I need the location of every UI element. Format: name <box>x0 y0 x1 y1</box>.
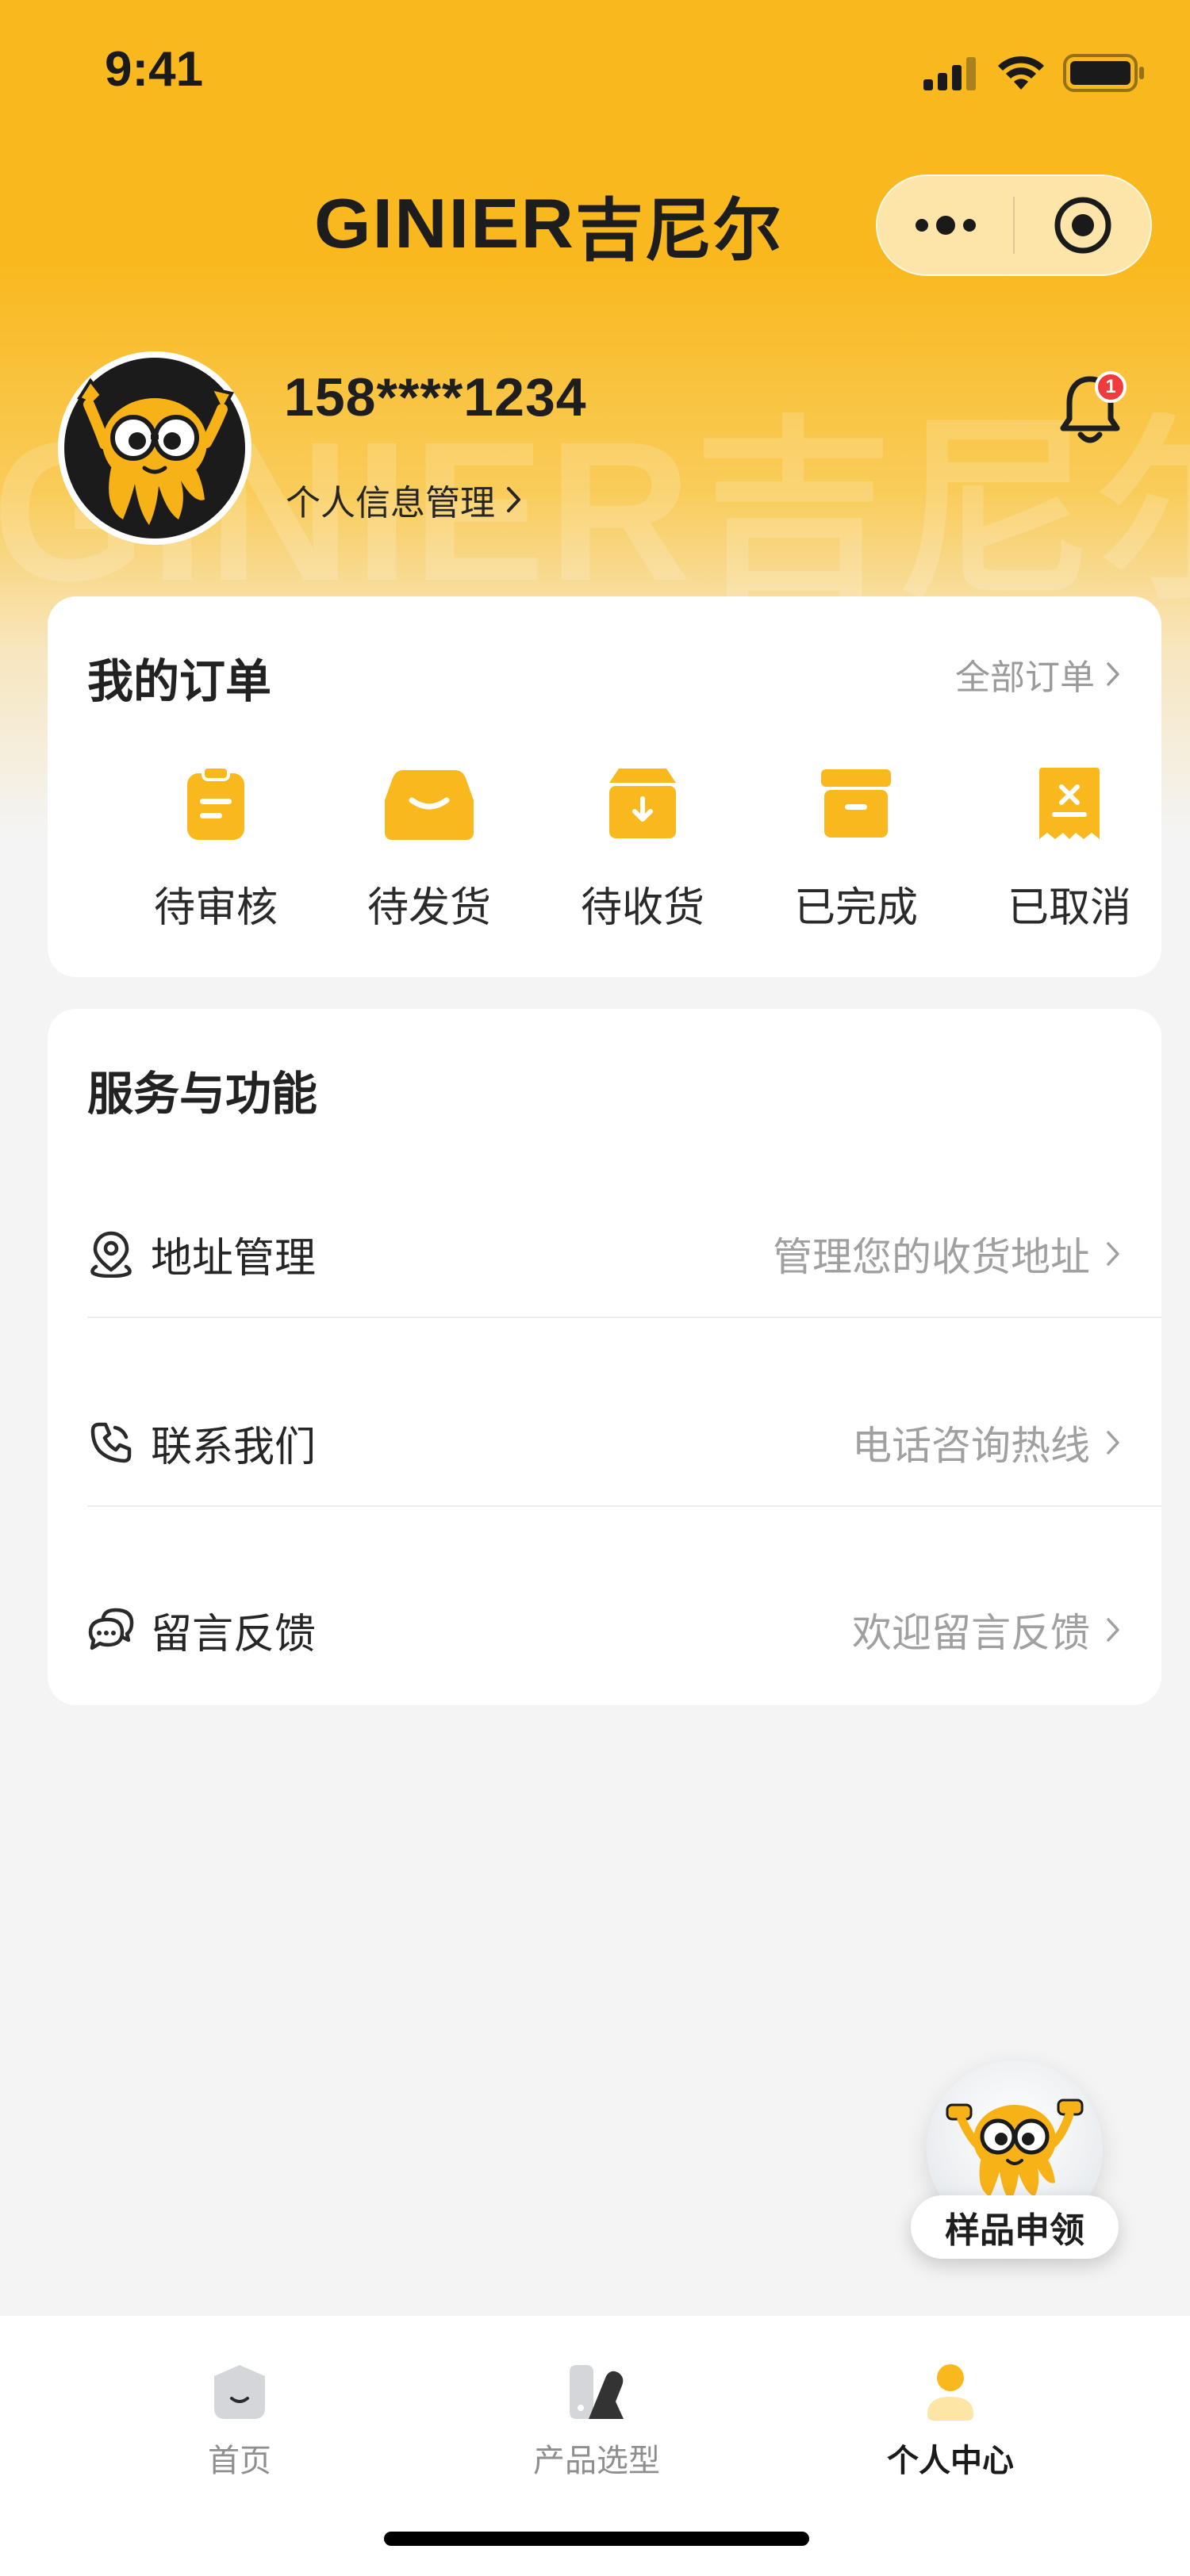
receive-box-icon <box>609 769 676 838</box>
status-time: 9:41 <box>105 42 204 97</box>
user-icon <box>927 2364 973 2421</box>
order-status-completed[interactable]: 已完成 <box>761 760 951 933</box>
service-row-contact[interactable]: 联系我们 电话咨询热线 <box>87 1348 1161 1537</box>
product-selection-icon <box>570 2365 624 2419</box>
orders-card: 我的订单 全部订单 待审核 待发货 待收货 已完成 已取消 <box>48 596 1161 977</box>
order-status-pending-shipment[interactable]: 待发货 <box>334 760 524 933</box>
personal-info-label: 个人信息管理 <box>286 483 495 523</box>
battery-icon <box>1063 54 1144 92</box>
service-row-feedback[interactable]: 留言反馈 欢迎留言反馈 <box>87 1535 1161 1724</box>
user-phone: 158****1234 <box>284 367 587 427</box>
notification-badge: 1 <box>1095 371 1127 403</box>
clipboard-icon <box>187 765 244 840</box>
order-status-label: 已取消 <box>1007 884 1131 932</box>
service-hint: 电话咨询热线 <box>852 1414 1120 1471</box>
location-pin-icon <box>90 1231 132 1278</box>
cancel-receipt-icon <box>1039 768 1100 839</box>
order-status-label: 待收货 <box>580 884 704 932</box>
brand-name-en: GINIER <box>314 184 575 263</box>
orders-title: 我的订单 <box>87 654 272 708</box>
tab-label: 产品选型 <box>533 2443 660 2479</box>
shipment-box-icon <box>385 770 474 840</box>
personal-info-link[interactable]: 个人信息管理 <box>286 474 522 525</box>
tab-home[interactable]: 首页 <box>121 2360 359 2481</box>
brand-logo: GINIER 吉尼尔 <box>314 184 782 270</box>
chevron-right-icon <box>1107 1618 1119 1642</box>
service-label: 留言反馈 <box>151 1610 317 1658</box>
more-dots-icon <box>915 216 976 235</box>
octopus-mascot-icon <box>58 351 251 545</box>
services-card: 服务与功能 地址管理 管理您的收货地址 联系我们 电话咨询热线 留言反馈 欢迎留… <box>48 1009 1161 1705</box>
service-hint-text: 欢迎留言反馈 <box>852 1610 1090 1656</box>
order-status-cancelled[interactable]: 已取消 <box>974 760 1165 933</box>
target-circle-icon <box>1054 197 1111 254</box>
order-status-list: 待审核 待发货 待收货 已完成 已取消 <box>48 760 1161 934</box>
avatar[interactable] <box>56 349 254 547</box>
archive-box-icon <box>821 769 891 838</box>
service-hint-text: 管理您的收货地址 <box>773 1234 1090 1280</box>
all-orders-link[interactable]: 全部订单 <box>955 649 1120 700</box>
service-label: 地址管理 <box>151 1234 317 1282</box>
chevron-right-icon <box>507 487 520 512</box>
service-row-address[interactable]: 地址管理 管理您的收货地址 <box>87 1160 1161 1348</box>
sample-request-label: 样品申领 <box>911 2195 1119 2259</box>
miniprogram-capsule <box>876 174 1152 276</box>
chevron-right-icon <box>1107 662 1119 686</box>
brand-name-cn: 吉尼尔 <box>574 190 782 270</box>
more-button[interactable] <box>877 176 1013 274</box>
home-indicator <box>384 2532 809 2546</box>
service-label: 联系我们 <box>151 1423 317 1471</box>
order-status-label: 待发货 <box>367 884 491 932</box>
service-hint: 欢迎留言反馈 <box>852 1601 1120 1658</box>
status-icons <box>923 52 1146 94</box>
order-status-label: 待审核 <box>153 884 278 932</box>
signal-icon <box>923 57 976 90</box>
home-icon <box>214 2365 265 2419</box>
chat-bubbles-icon <box>88 1608 134 1650</box>
tab-personal-center[interactable]: 个人中心 <box>831 2360 1069 2481</box>
order-status-pending-review[interactable]: 待审核 <box>121 760 311 933</box>
order-status-label: 已完成 <box>793 884 918 932</box>
tab-label: 个人中心 <box>887 2443 1014 2479</box>
phone-icon <box>90 1422 132 1463</box>
chevron-right-icon <box>1107 1242 1119 1266</box>
services-title: 服务与功能 <box>87 1067 318 1121</box>
chevron-right-icon <box>1107 1431 1119 1455</box>
close-miniprogram-button[interactable] <box>1015 176 1150 274</box>
service-hint: 管理您的收货地址 <box>773 1225 1120 1282</box>
order-status-pending-receipt[interactable]: 待收货 <box>547 760 738 933</box>
service-hint-text: 电话咨询热线 <box>852 1423 1090 1469</box>
tab-product-selection[interactable]: 产品选型 <box>478 2360 716 2481</box>
tab-label: 首页 <box>208 2443 271 2479</box>
all-orders-label: 全部订单 <box>955 657 1095 698</box>
wifi-icon <box>998 56 1044 90</box>
service-divider <box>87 1505 1161 1507</box>
service-divider <box>87 1317 1161 1318</box>
sample-request-button[interactable]: 样品申领 <box>911 2060 1119 2268</box>
